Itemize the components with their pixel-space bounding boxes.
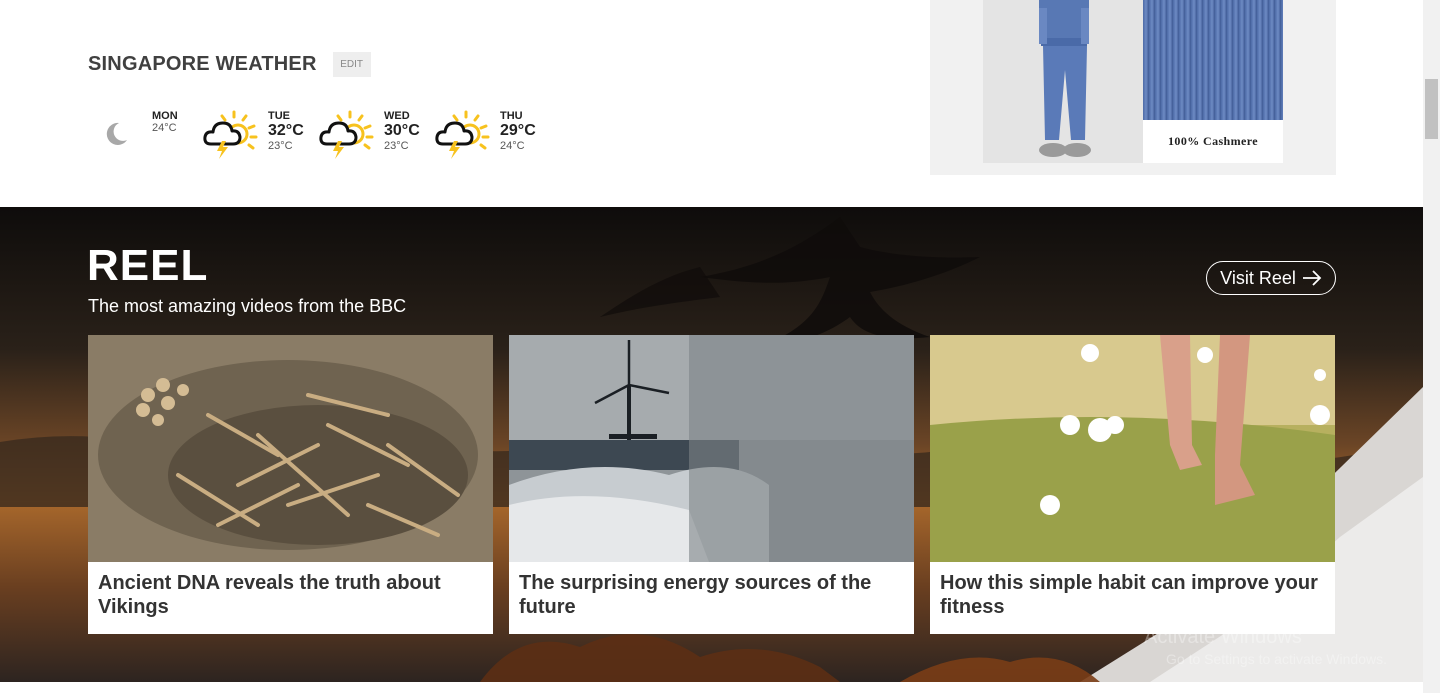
day-name: TUE (268, 110, 290, 122)
card-thumbnail[interactable] (88, 335, 493, 562)
forecast-day-thu: THU 29°C 24°C (500, 110, 536, 153)
forecast-day-tue: TUE 32°C 23°C (268, 110, 304, 153)
day-name: WED (384, 110, 410, 122)
skeletons-image (88, 335, 493, 562)
reel-card-fitness[interactable]: How this simple habit can improve your f… (930, 335, 1335, 634)
card-title[interactable]: The surprising energy sources of the fut… (519, 571, 904, 619)
card-title[interactable]: Ancient DNA reveals the truth about Viki… (98, 571, 483, 619)
moon-icon (106, 122, 127, 145)
day-name: MON (152, 110, 178, 122)
day-high-temp: 32°C (268, 122, 304, 139)
page-scrollbar-thumb[interactable] (1425, 79, 1438, 139)
visit-reel-label: Visit Reel (1220, 267, 1296, 288)
advert-caption[interactable]: 100% Cashmere (1143, 120, 1283, 163)
reel-card-energy[interactable]: The surprising energy sources of the fut… (509, 335, 914, 634)
cashmere-advert[interactable]: 100% Cashmere (930, 0, 1336, 175)
weather-edit-button[interactable]: EDIT (332, 51, 371, 77)
day-high-temp: 29°C (500, 122, 536, 139)
day-low-temp: 24°C (500, 140, 525, 152)
advert-fabric-closeup[interactable] (1143, 0, 1283, 120)
forecast-day-mon: MON 24°C (152, 110, 178, 135)
reel-section: REEL The most amazing videos from the BB… (0, 207, 1423, 682)
weather-title: SINGAPORE WEATHER (88, 52, 317, 75)
weather-widget: SINGAPORE WEATHER EDIT MON 24°C TUE 32°C… (88, 50, 536, 159)
card-title[interactable]: How this simple habit can improve your f… (940, 571, 1325, 619)
arrow-right-icon (1302, 270, 1322, 286)
day-low-temp: 23°C (384, 140, 409, 152)
day-low-temp: 24°C (152, 122, 177, 134)
thunderstorm-icon (203, 110, 258, 159)
reel-title: REEL (87, 241, 209, 290)
day-high-temp: 30°C (384, 122, 420, 139)
activate-windows-watermark: Activate Windows Go to Settings to activ… (1144, 626, 1387, 667)
model-figure (983, 0, 1143, 163)
thunderstorm-icon (319, 110, 374, 159)
reel-subtitle: The most amazing videos from the BBC (88, 296, 407, 316)
day-name: THU (500, 110, 523, 122)
card-thumbnail[interactable] (509, 335, 914, 562)
card-thumbnail[interactable] (930, 335, 1335, 562)
reel-card-vikings[interactable]: Ancient DNA reveals the truth about Viki… (88, 335, 493, 634)
weather-forecast: MON 24°C TUE 32°C 23°C WED 30°C 23°C THU… (102, 110, 562, 170)
wind-turbine-image (509, 335, 914, 562)
watermark-line-2: Go to Settings to activate Windows. (1166, 651, 1387, 667)
day-low-temp: 23°C (268, 140, 293, 152)
visit-reel-button[interactable]: Visit Reel (1206, 261, 1336, 295)
advert-model-image[interactable] (983, 0, 1143, 163)
weather-header: SINGAPORE WEATHER EDIT (88, 50, 371, 78)
watermark-line-1: Activate Windows (1144, 626, 1302, 648)
forecast-day-wed: WED 30°C 23°C (384, 110, 420, 153)
thunderstorm-icon (435, 110, 490, 159)
barefoot-grass-image (930, 335, 1335, 562)
